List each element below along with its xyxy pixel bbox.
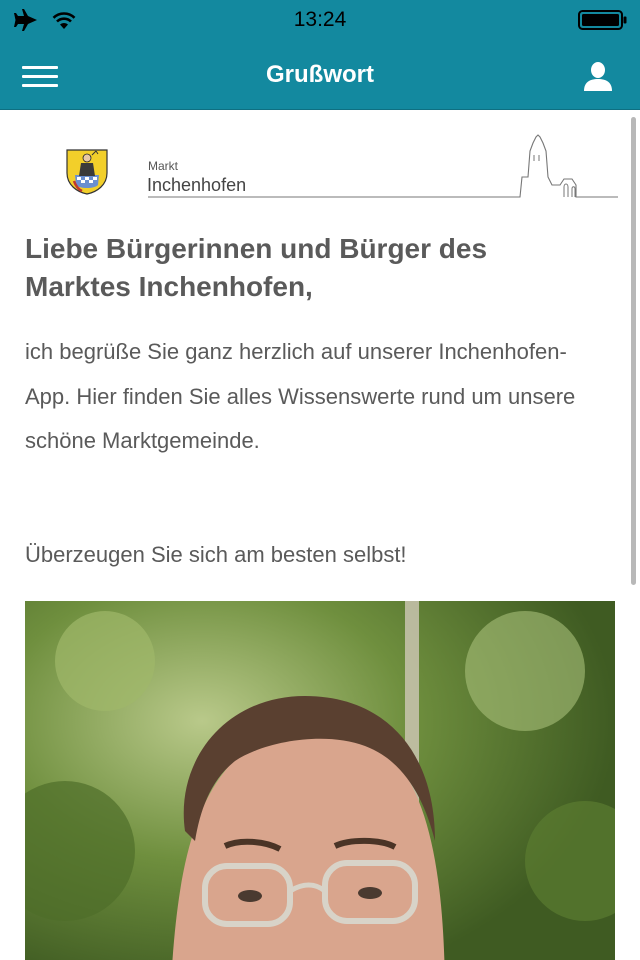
user-icon xyxy=(584,62,612,91)
skyline-outline-icon xyxy=(148,134,618,198)
article-paragraph: Überzeugen Sie sich am besten selbst! xyxy=(25,542,407,567)
content-area[interactable]: Markt Inchenhofen Liebe Bürgerinnen und … xyxy=(0,111,640,960)
status-bar: 13:24 xyxy=(0,0,640,40)
status-time: 13:24 xyxy=(293,8,347,31)
page-title: Grußwort xyxy=(266,61,374,88)
scrollbar[interactable] xyxy=(631,117,636,585)
user-button[interactable] xyxy=(582,60,614,92)
mayor-photo xyxy=(25,601,615,960)
municipality-logo: Markt Inchenhofen xyxy=(0,111,640,221)
navigation-bar: Grußwort xyxy=(0,40,640,110)
article-paragraph: ich begrüße Sie ganz herzlich auf unsere… xyxy=(25,339,576,453)
coat-of-arms-icon xyxy=(66,149,108,195)
battery-icon xyxy=(578,10,628,35)
article-heading: Liebe Bürgerinnen und Bürger des Marktes… xyxy=(25,233,488,302)
